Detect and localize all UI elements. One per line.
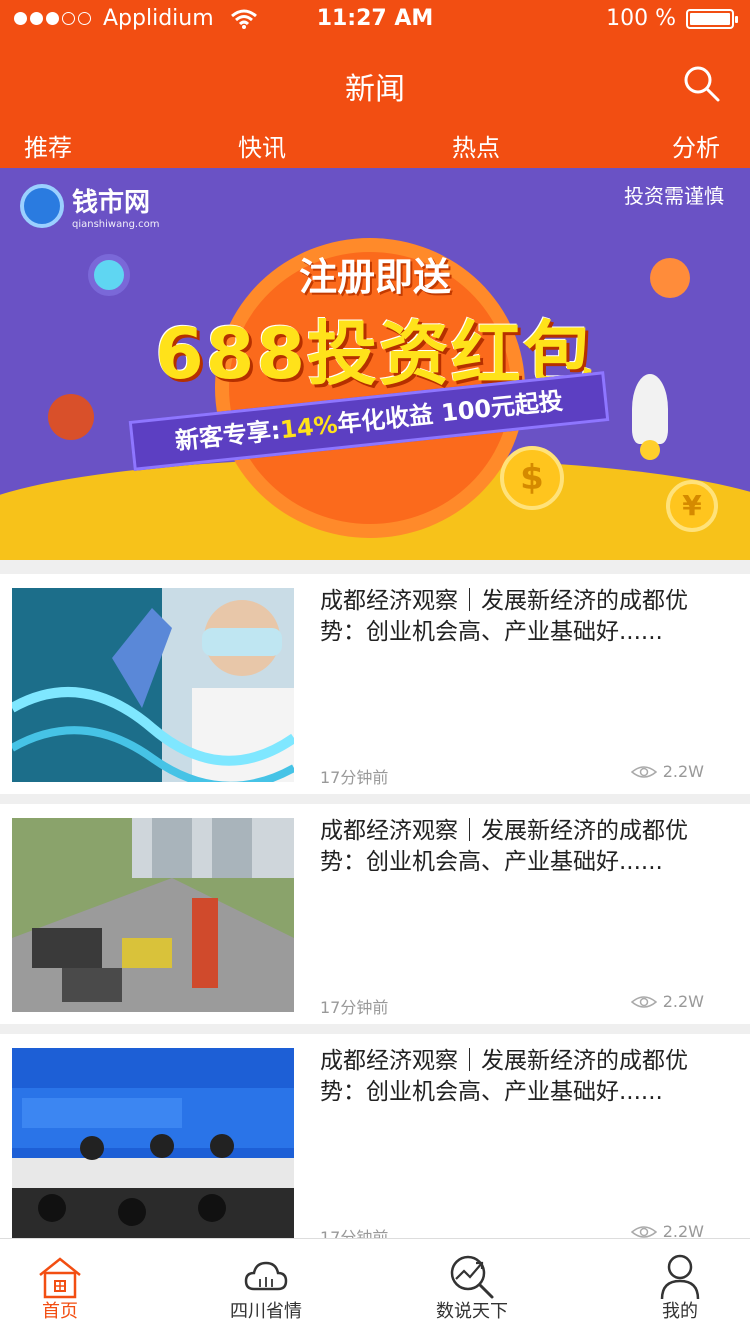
battery-percent: 100 % [606, 6, 676, 31]
ribbon-prefix: 新客专享: [173, 416, 282, 456]
tab-analysis[interactable]: 分析 [672, 128, 720, 163]
status-bar: Applidium 11:27 AM 100 % [0, 0, 750, 40]
battery-icon [686, 8, 738, 29]
cloud-icon [244, 1261, 288, 1291]
tab-sichuan-label: 四川省情 [230, 1301, 302, 1322]
search-icon[interactable] [682, 64, 722, 104]
banner-disclaimer: 投资需谨慎 [624, 184, 724, 208]
tab-data[interactable]: 数说天下 [412, 1239, 532, 1334]
brand-name: 钱市网 [72, 188, 151, 218]
news-thumbnail [12, 1048, 294, 1242]
banner-headline-1: 注册即送 [298, 255, 451, 299]
tab-recommend[interactable]: 推荐 [24, 128, 72, 163]
status-right: 100 % [606, 6, 738, 31]
eye-icon [630, 765, 657, 778]
news-views-count: 2.2W [662, 762, 704, 781]
eye-icon [630, 995, 657, 1008]
chart-search-icon [450, 1255, 494, 1299]
ribbon-pct: 14% [278, 410, 339, 445]
yen-coin-icon: ¥ [666, 480, 718, 532]
profile-icon [660, 1254, 700, 1300]
news-time: 17分钟前 [320, 998, 389, 1017]
news-thumbnail [12, 588, 294, 782]
news-title: 成都经济观察｜发展新经济的成都优势：创业机会高、产业基础好...... [320, 1048, 688, 1105]
tab-profile-label: 我的 [662, 1301, 698, 1322]
category-tabs: 推荐 快讯 热点 分析 [0, 128, 750, 168]
news-thumbnail [12, 818, 294, 1012]
brand-sub: qianshiwang.com [72, 219, 160, 230]
news-item[interactable]: 成都经济观察｜发展新经济的成都优势：创业机会高、产业基础好...... 17分钟… [0, 804, 750, 1024]
tab-home[interactable]: 首页 [0, 1239, 120, 1334]
home-icon [39, 1257, 81, 1299]
news-time: 17分钟前 [320, 768, 389, 787]
tab-flash[interactable]: 快讯 [238, 128, 286, 163]
rocket-icon [632, 374, 668, 460]
tab-home-label: 首页 [42, 1301, 78, 1322]
news-views: 2.2W [630, 992, 704, 1011]
news-item[interactable]: 成都经济观察｜发展新经济的成都优势：创业机会高、产业基础好...... 17分钟… [0, 1034, 750, 1254]
news-title: 成都经济观察｜发展新经济的成都优势：创业机会高、产业基础好...... [320, 818, 688, 875]
brand-logo: 钱市网 qianshiwang.com [20, 182, 159, 230]
page-title: 新闻 [345, 72, 405, 107]
dollar-coin-icon: $ [500, 446, 564, 510]
news-title: 成都经济观察｜发展新经济的成都优势：创业机会高、产业基础好...... [320, 588, 688, 645]
bottom-tab-bar: 首页 四川省情 数说天下 我的 [0, 1238, 750, 1334]
news-views: 2.2W [630, 762, 704, 781]
planet-icon [48, 394, 94, 440]
tab-profile[interactable]: 我的 [620, 1239, 740, 1334]
tab-data-label: 数说天下 [436, 1301, 508, 1322]
news-views-count: 2.2W [662, 992, 704, 1011]
brand-logo-icon [20, 184, 64, 228]
tab-hot[interactable]: 热点 [452, 128, 500, 163]
tab-sichuan[interactable]: 四川省情 [206, 1239, 326, 1334]
app-header: Applidium 11:27 AM 100 % 新闻 推荐 快讯 热点 分析 [0, 0, 750, 168]
promo-banner[interactable]: 钱市网 qianshiwang.com 投资需谨慎 注册即送 688投资红包 新… [0, 168, 750, 560]
news-item[interactable]: 成都经济观察｜发展新经济的成都优势：创业机会高、产业基础好...... 17分钟… [0, 574, 750, 794]
